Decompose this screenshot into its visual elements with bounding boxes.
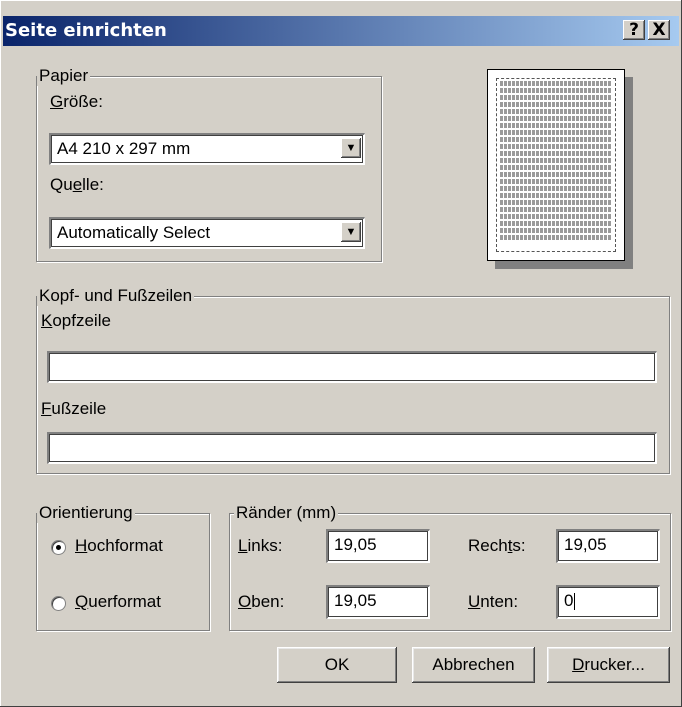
header-label: Kopfzeile [41, 311, 111, 330]
paper-legend: Papier [37, 66, 91, 86]
footer-label: Fußzeile [41, 399, 107, 418]
margin-right-input[interactable]: 19,05 [556, 529, 660, 563]
paper-group: Papier Größe: A4 210 x 297 mm ▼ Quelle: … [36, 66, 382, 262]
page-preview [487, 69, 625, 261]
margin-bottom-input[interactable]: 0 [556, 585, 660, 619]
orientation-group: Orientierung Hochformat Querformat [36, 503, 210, 631]
margin-bottom-value: 0 [564, 591, 574, 610]
size-label: Größe: [50, 92, 103, 111]
margin-right-label: Rechts: [468, 536, 526, 555]
header-input[interactable] [47, 351, 657, 383]
close-button[interactable]: X [648, 20, 670, 40]
margin-top-input[interactable]: 19,05 [326, 585, 430, 619]
landscape-label[interactable]: Querformat [75, 592, 161, 612]
margin-left-label: Links: [238, 536, 283, 555]
chevron-down-icon[interactable]: ▼ [341, 138, 361, 158]
text-cursor [574, 593, 576, 611]
orientation-legend: Orientierung [37, 503, 135, 523]
cancel-button[interactable]: Abbrechen [412, 647, 535, 683]
header-footer-legend: Kopf- und Fußzeilen [37, 286, 195, 306]
help-button[interactable]: ? [623, 20, 645, 40]
margin-top-label: Oben: [238, 592, 285, 611]
footer-input[interactable] [47, 432, 657, 464]
ok-button[interactable]: OK [277, 647, 397, 683]
margin-bottom-label: Unten: [468, 592, 519, 611]
portrait-radio[interactable] [51, 540, 66, 555]
size-select-value: A4 210 x 297 mm [57, 139, 191, 158]
chevron-down-icon[interactable]: ▼ [341, 222, 361, 242]
source-label: Quelle: [50, 175, 104, 194]
portrait-label[interactable]: Hochformat [75, 536, 163, 556]
printer-button[interactable]: Drucker... [547, 647, 670, 683]
size-select[interactable]: A4 210 x 297 mm ▼ [49, 133, 365, 165]
landscape-radio[interactable] [51, 596, 66, 611]
header-footer-group: Kopf- und Fußzeilen Kopfzeile Fußzeile [36, 286, 670, 474]
page-setup-dialog: Seite einrichten ? X Papier Größe: A4 21… [0, 0, 682, 707]
source-select-value: Automatically Select [57, 223, 211, 242]
margin-left-input[interactable]: 19,05 [326, 529, 430, 563]
margins-group: Ränder (mm) Links: 19,05 Rechts: 19,05 O… [229, 503, 671, 631]
window-title: Seite einrichten [5, 20, 167, 41]
page-preview-text-area [496, 78, 616, 252]
title-bar[interactable]: Seite einrichten ? X [3, 16, 679, 46]
source-select[interactable]: Automatically Select ▼ [49, 217, 365, 249]
margins-legend: Ränder (mm) [234, 503, 339, 523]
